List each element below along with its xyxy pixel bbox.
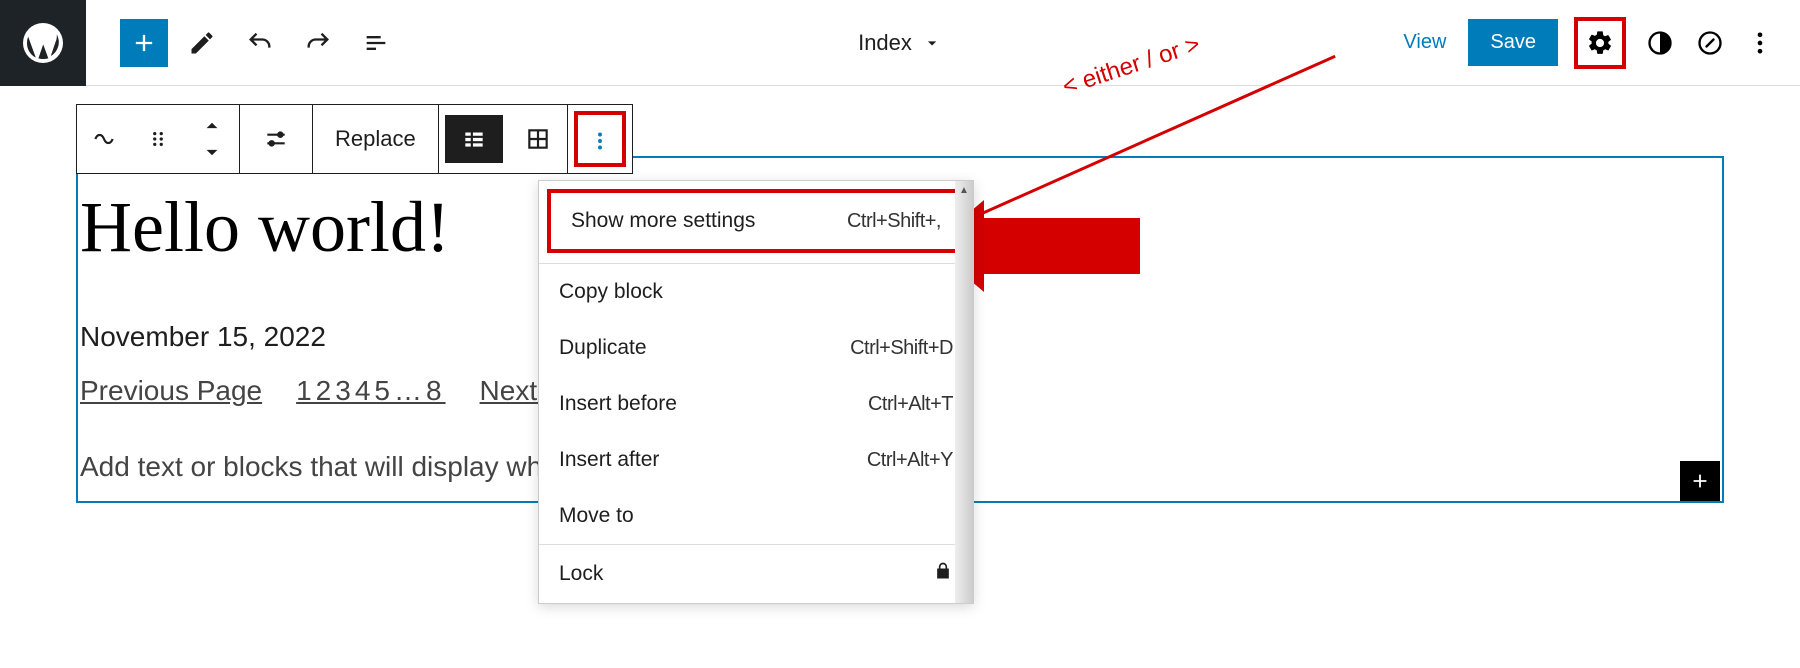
menu-show-more-settings[interactable]: Show more settings Ctrl+Shift+, — [547, 189, 965, 253]
edit-button[interactable] — [178, 19, 226, 67]
redo-icon — [304, 29, 332, 57]
menu-lock[interactable]: Lock — [539, 545, 973, 603]
query-loop-icon — [91, 126, 117, 152]
block-options-button[interactable] — [578, 115, 622, 167]
replace-button[interactable]: Replace — [313, 105, 438, 173]
editor-top-bar: Index View Save — [0, 0, 1800, 86]
menu-shortcut: Ctrl+Shift+, — [847, 210, 941, 233]
chevron-down-icon — [199, 139, 225, 165]
menu-label: Insert before — [559, 392, 677, 416]
append-block-button[interactable] — [1680, 461, 1720, 501]
vertical-dots-icon — [1746, 29, 1774, 57]
move-up-down[interactable] — [185, 105, 239, 173]
redo-button[interactable] — [294, 19, 342, 67]
annotation-more-highlight — [574, 111, 626, 167]
menu-shortcut: Ctrl+Alt+Y — [867, 449, 953, 472]
undo-button[interactable] — [236, 19, 284, 67]
menu-label: Lock — [559, 562, 603, 586]
navigation-button[interactable] — [1690, 23, 1730, 63]
block-toolbar: Replace — [76, 104, 633, 174]
wordpress-icon — [19, 19, 67, 67]
menu-label: Insert after — [559, 448, 659, 472]
pencil-icon — [188, 29, 216, 57]
template-title-dropdown[interactable]: Index — [858, 30, 942, 56]
menu-move-to[interactable]: Move to — [539, 488, 973, 544]
block-type-button[interactable] — [77, 105, 131, 173]
page-numbers[interactable]: 12345…8 — [296, 375, 445, 407]
menu-copy-block[interactable]: Copy block — [539, 264, 973, 320]
lock-icon — [933, 561, 953, 587]
list-view-icon — [362, 29, 390, 57]
menu-label: Copy block — [559, 280, 663, 304]
menu-insert-before[interactable]: Insert before Ctrl+Alt+T — [539, 376, 973, 432]
chevron-down-icon — [922, 33, 942, 53]
add-block-button[interactable] — [120, 19, 168, 67]
previous-page-link[interactable]: Previous Page — [80, 375, 262, 407]
menu-label: Move to — [559, 504, 634, 528]
vertical-dots-icon — [587, 128, 613, 154]
list-view-button[interactable] — [352, 19, 400, 67]
grid-layout-button[interactable] — [509, 105, 567, 173]
sliders-icon — [263, 126, 289, 152]
wordpress-logo-button[interactable] — [0, 0, 86, 86]
grid-icon — [525, 126, 551, 152]
plus-icon — [1689, 470, 1711, 492]
menu-shortcut: Ctrl+Shift+D — [850, 337, 953, 360]
gear-icon — [1586, 29, 1614, 57]
chevron-up-icon — [199, 113, 225, 139]
menu-shortcut: Ctrl+Alt+T — [868, 393, 953, 416]
annotation-settings-highlight — [1574, 17, 1626, 69]
list-layout-button[interactable] — [445, 115, 503, 163]
menu-insert-after[interactable]: Insert after Ctrl+Alt+Y — [539, 432, 973, 488]
header-right-controls: View Save — [1403, 17, 1800, 69]
options-button[interactable] — [1740, 23, 1780, 63]
menu-scrollbar[interactable]: ▲ — [955, 181, 973, 603]
view-link[interactable]: View — [1403, 31, 1446, 54]
menu-duplicate[interactable]: Duplicate Ctrl+Shift+D — [539, 320, 973, 376]
undo-icon — [246, 29, 274, 57]
plus-icon — [130, 29, 158, 57]
drag-icon — [145, 126, 171, 152]
save-button[interactable]: Save — [1468, 19, 1558, 66]
block-options-menu: Show more settings Ctrl+Shift+, Copy blo… — [538, 180, 974, 604]
styles-button[interactable] — [1640, 23, 1680, 63]
contrast-circle-icon — [1646, 29, 1674, 57]
compass-icon — [1696, 29, 1724, 57]
annotation-arrow — [980, 218, 1140, 274]
template-title-label: Index — [858, 30, 912, 56]
display-settings-button[interactable] — [240, 105, 312, 173]
settings-button[interactable] — [1580, 23, 1620, 63]
menu-label: Duplicate — [559, 336, 647, 360]
list-layout-icon — [461, 126, 487, 152]
menu-label: Show more settings — [571, 209, 755, 233]
drag-handle[interactable] — [131, 105, 185, 173]
